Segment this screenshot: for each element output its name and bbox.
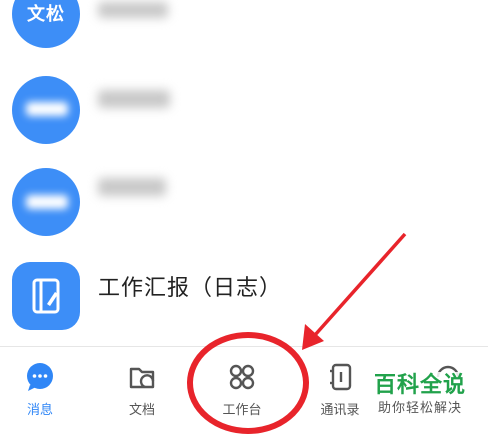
chat-name: 工作汇报（日志） [98,276,283,301]
tab-workbench[interactable]: 工作台 [202,347,282,435]
avatar [12,168,80,236]
avatar [12,262,80,330]
redacted-avatar-text [26,102,68,116]
report-notebook-icon [32,278,60,314]
tab-docs[interactable]: 文档 [102,347,182,435]
chat-row[interactable] [0,70,488,160]
chat-row[interactable]: 文松 [0,0,488,70]
redacted-name [98,90,170,108]
redacted-name [98,178,166,196]
watermark-subtitle: 助你轻松解决 [377,401,462,416]
avatar: 文松 [12,0,80,48]
tab-label: 消息 [26,403,53,418]
watermark-title: 百科全说 [373,373,466,398]
contacts-book-icon [330,363,352,391]
redacted-name [98,2,168,18]
tab-label: 工作台 [222,403,262,418]
watermark: 百科全说 助你轻松解决 [360,372,480,418]
grid-icon [229,364,255,390]
avatar [12,76,80,144]
chat-list: 文松 工作汇报（日志） [0,0,488,345]
chat-row[interactable]: 工作汇报（日志） [0,254,488,344]
tab-label: 文档 [128,403,155,418]
redacted-avatar-text [26,195,68,209]
avatar-text: 文松 [27,4,65,25]
chat-row[interactable] [0,160,488,250]
folder-icon [129,367,155,389]
chat-bubble-icon [27,363,53,391]
tab-messages[interactable]: 消息 [0,347,80,435]
